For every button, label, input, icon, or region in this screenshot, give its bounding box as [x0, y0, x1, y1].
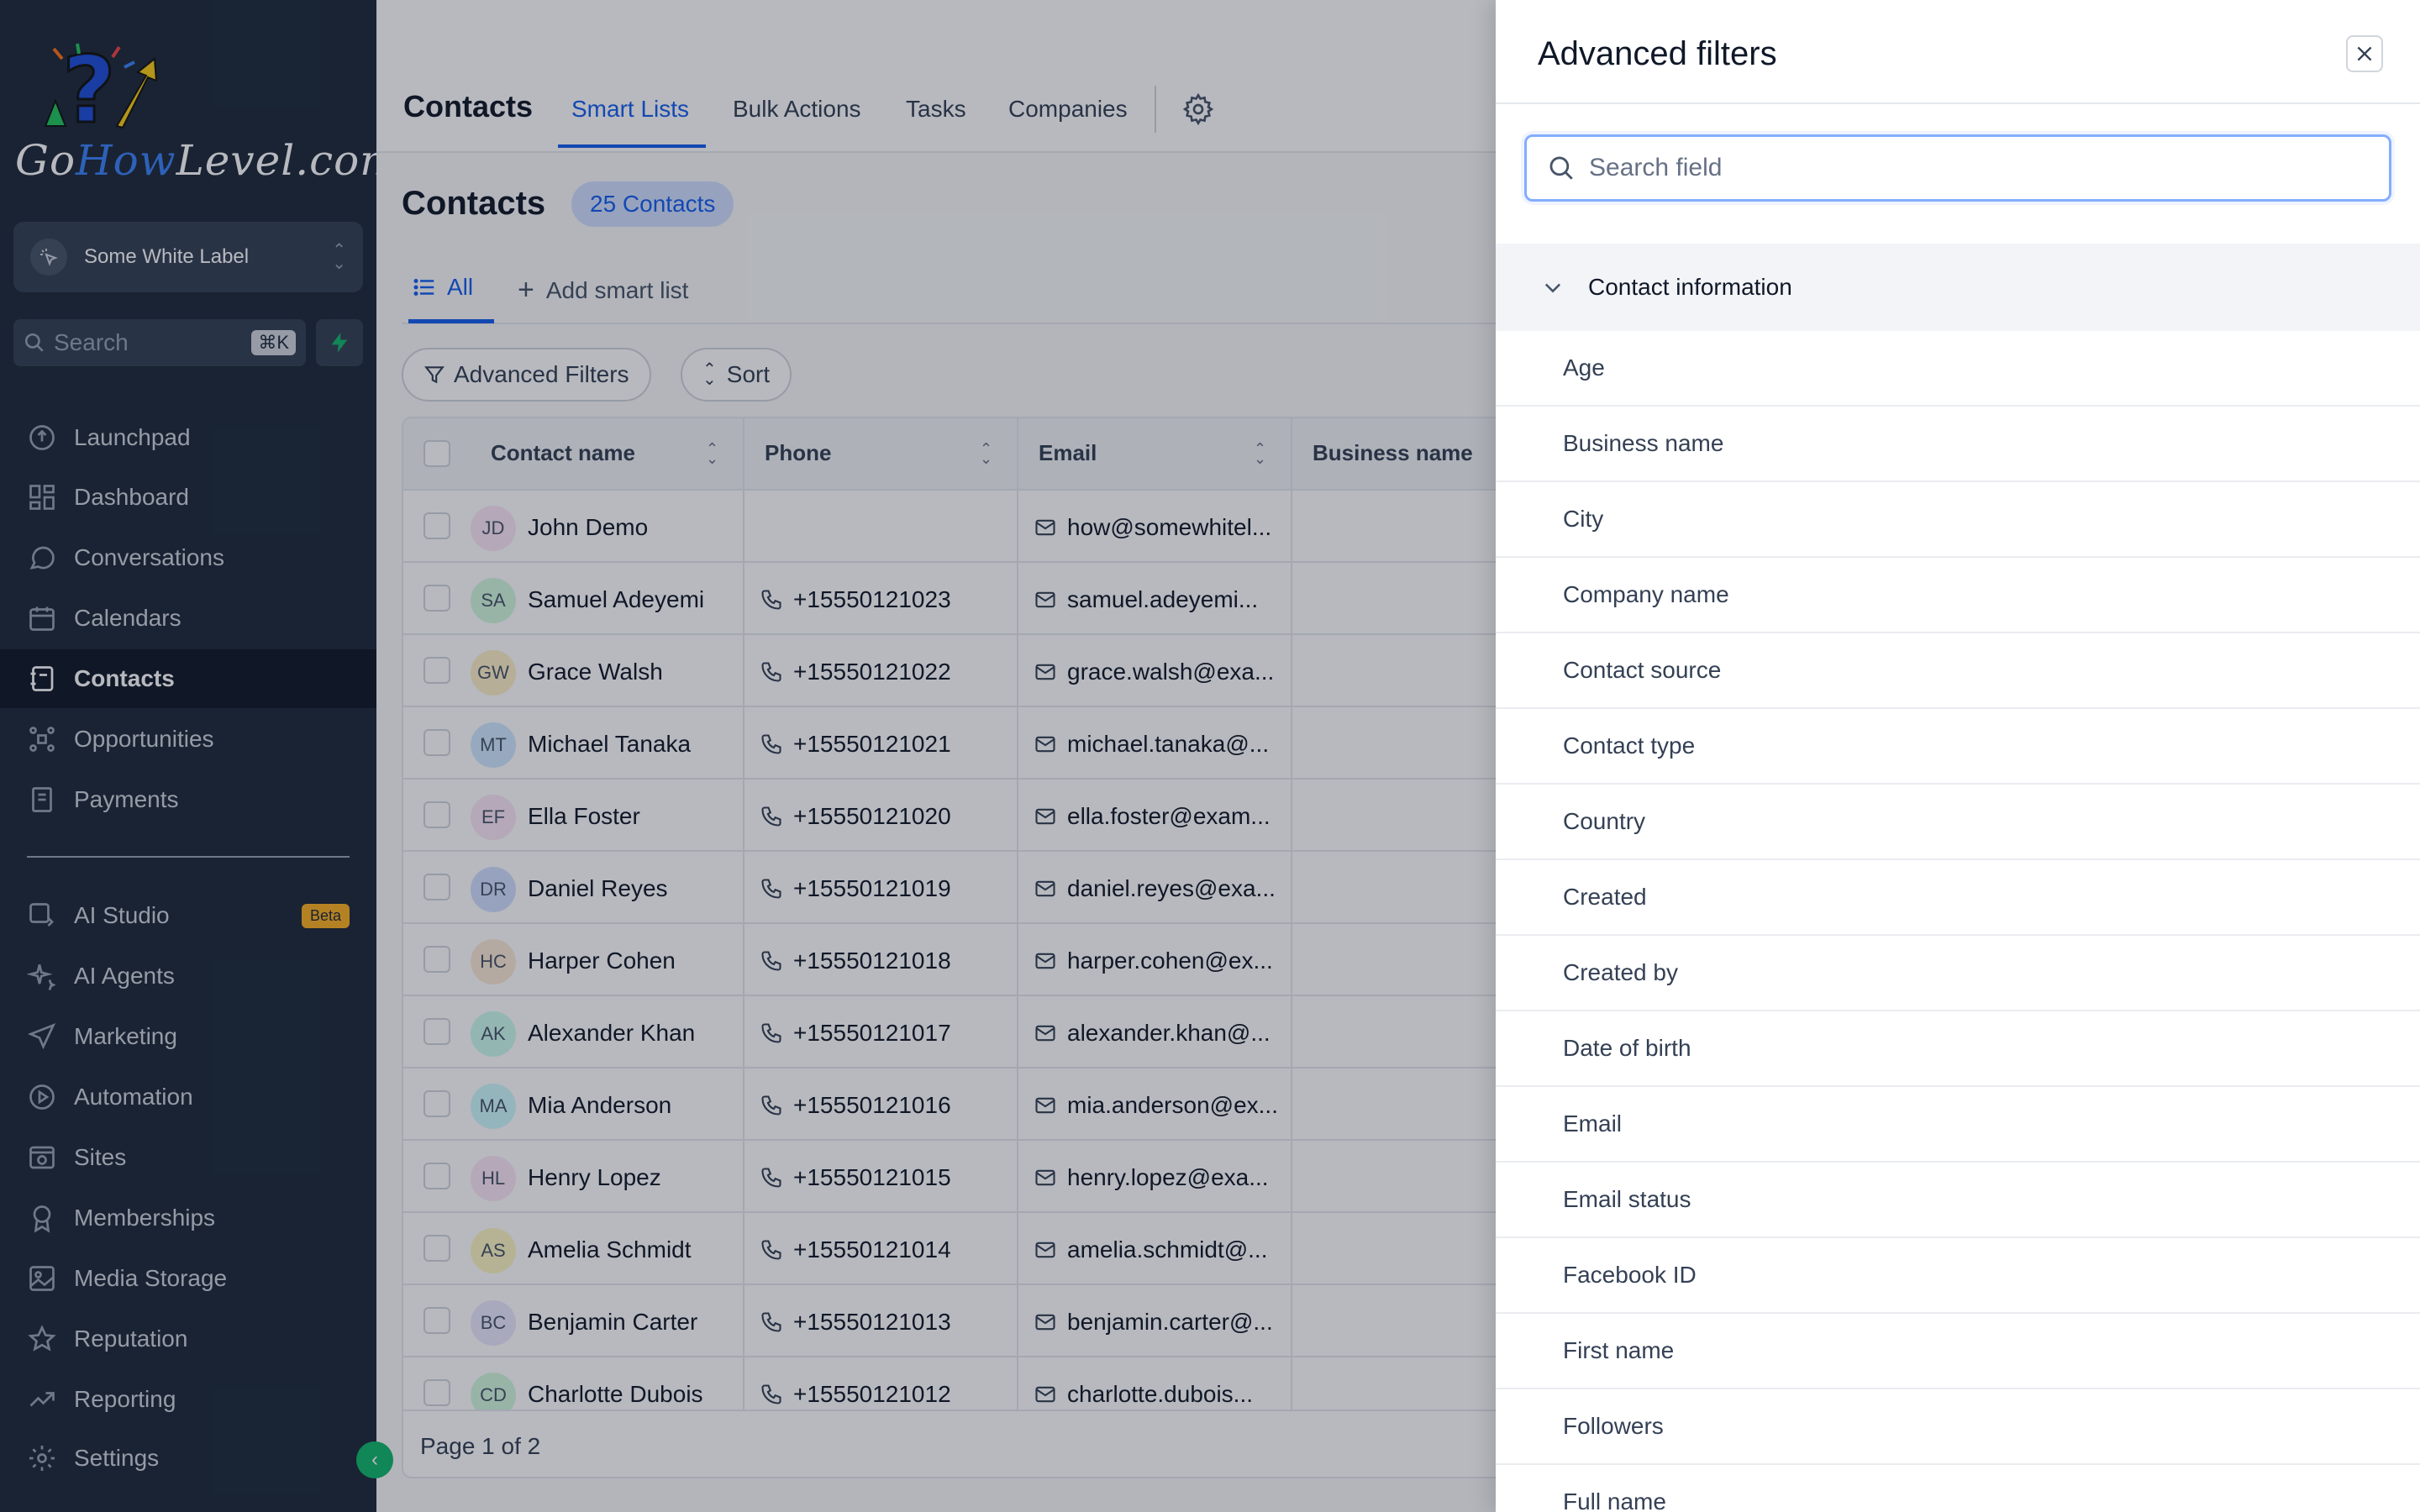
chevron-down-icon — [1544, 283, 1561, 293]
close-icon — [2357, 46, 2372, 61]
filter-field-item[interactable]: Business name — [1496, 407, 2420, 482]
advanced-filters-drawer: Advanced filters Contact information Age… — [1496, 0, 2420, 1512]
filter-field-item[interactable]: City — [1496, 482, 2420, 558]
filter-field-item[interactable]: Country — [1496, 785, 2420, 860]
filter-field-item[interactable]: Email status — [1496, 1163, 2420, 1238]
group-label: Contact information — [1588, 274, 1792, 300]
filter-field-item[interactable]: Facebook ID — [1496, 1238, 2420, 1314]
filter-field-item[interactable]: Contact source — [1496, 633, 2420, 709]
search-field-input[interactable] — [1589, 154, 2369, 182]
filter-field-item[interactable]: Created — [1496, 860, 2420, 936]
filter-field-item[interactable]: Email — [1496, 1087, 2420, 1163]
filter-field-item[interactable]: Followers — [1496, 1389, 2420, 1465]
filter-field-item[interactable]: Date of birth — [1496, 1011, 2420, 1087]
contact-information-group[interactable]: Contact information — [1496, 244, 2420, 331]
filter-field-item[interactable]: First name — [1496, 1314, 2420, 1389]
drawer-title: Advanced filters — [1538, 35, 1777, 72]
filter-field-item[interactable]: Contact type — [1496, 709, 2420, 785]
close-drawer-button[interactable] — [2346, 35, 2383, 72]
filter-field-item[interactable]: Company name — [1496, 558, 2420, 633]
field-search-box[interactable] — [1524, 134, 2391, 202]
filter-field-item[interactable]: Created by — [1496, 936, 2420, 1011]
search-icon — [1549, 156, 1573, 180]
drawer-header: Advanced filters — [1496, 0, 2420, 104]
filter-field-item[interactable]: Full name — [1496, 1465, 2420, 1512]
filter-field-item[interactable]: Age — [1496, 331, 2420, 407]
